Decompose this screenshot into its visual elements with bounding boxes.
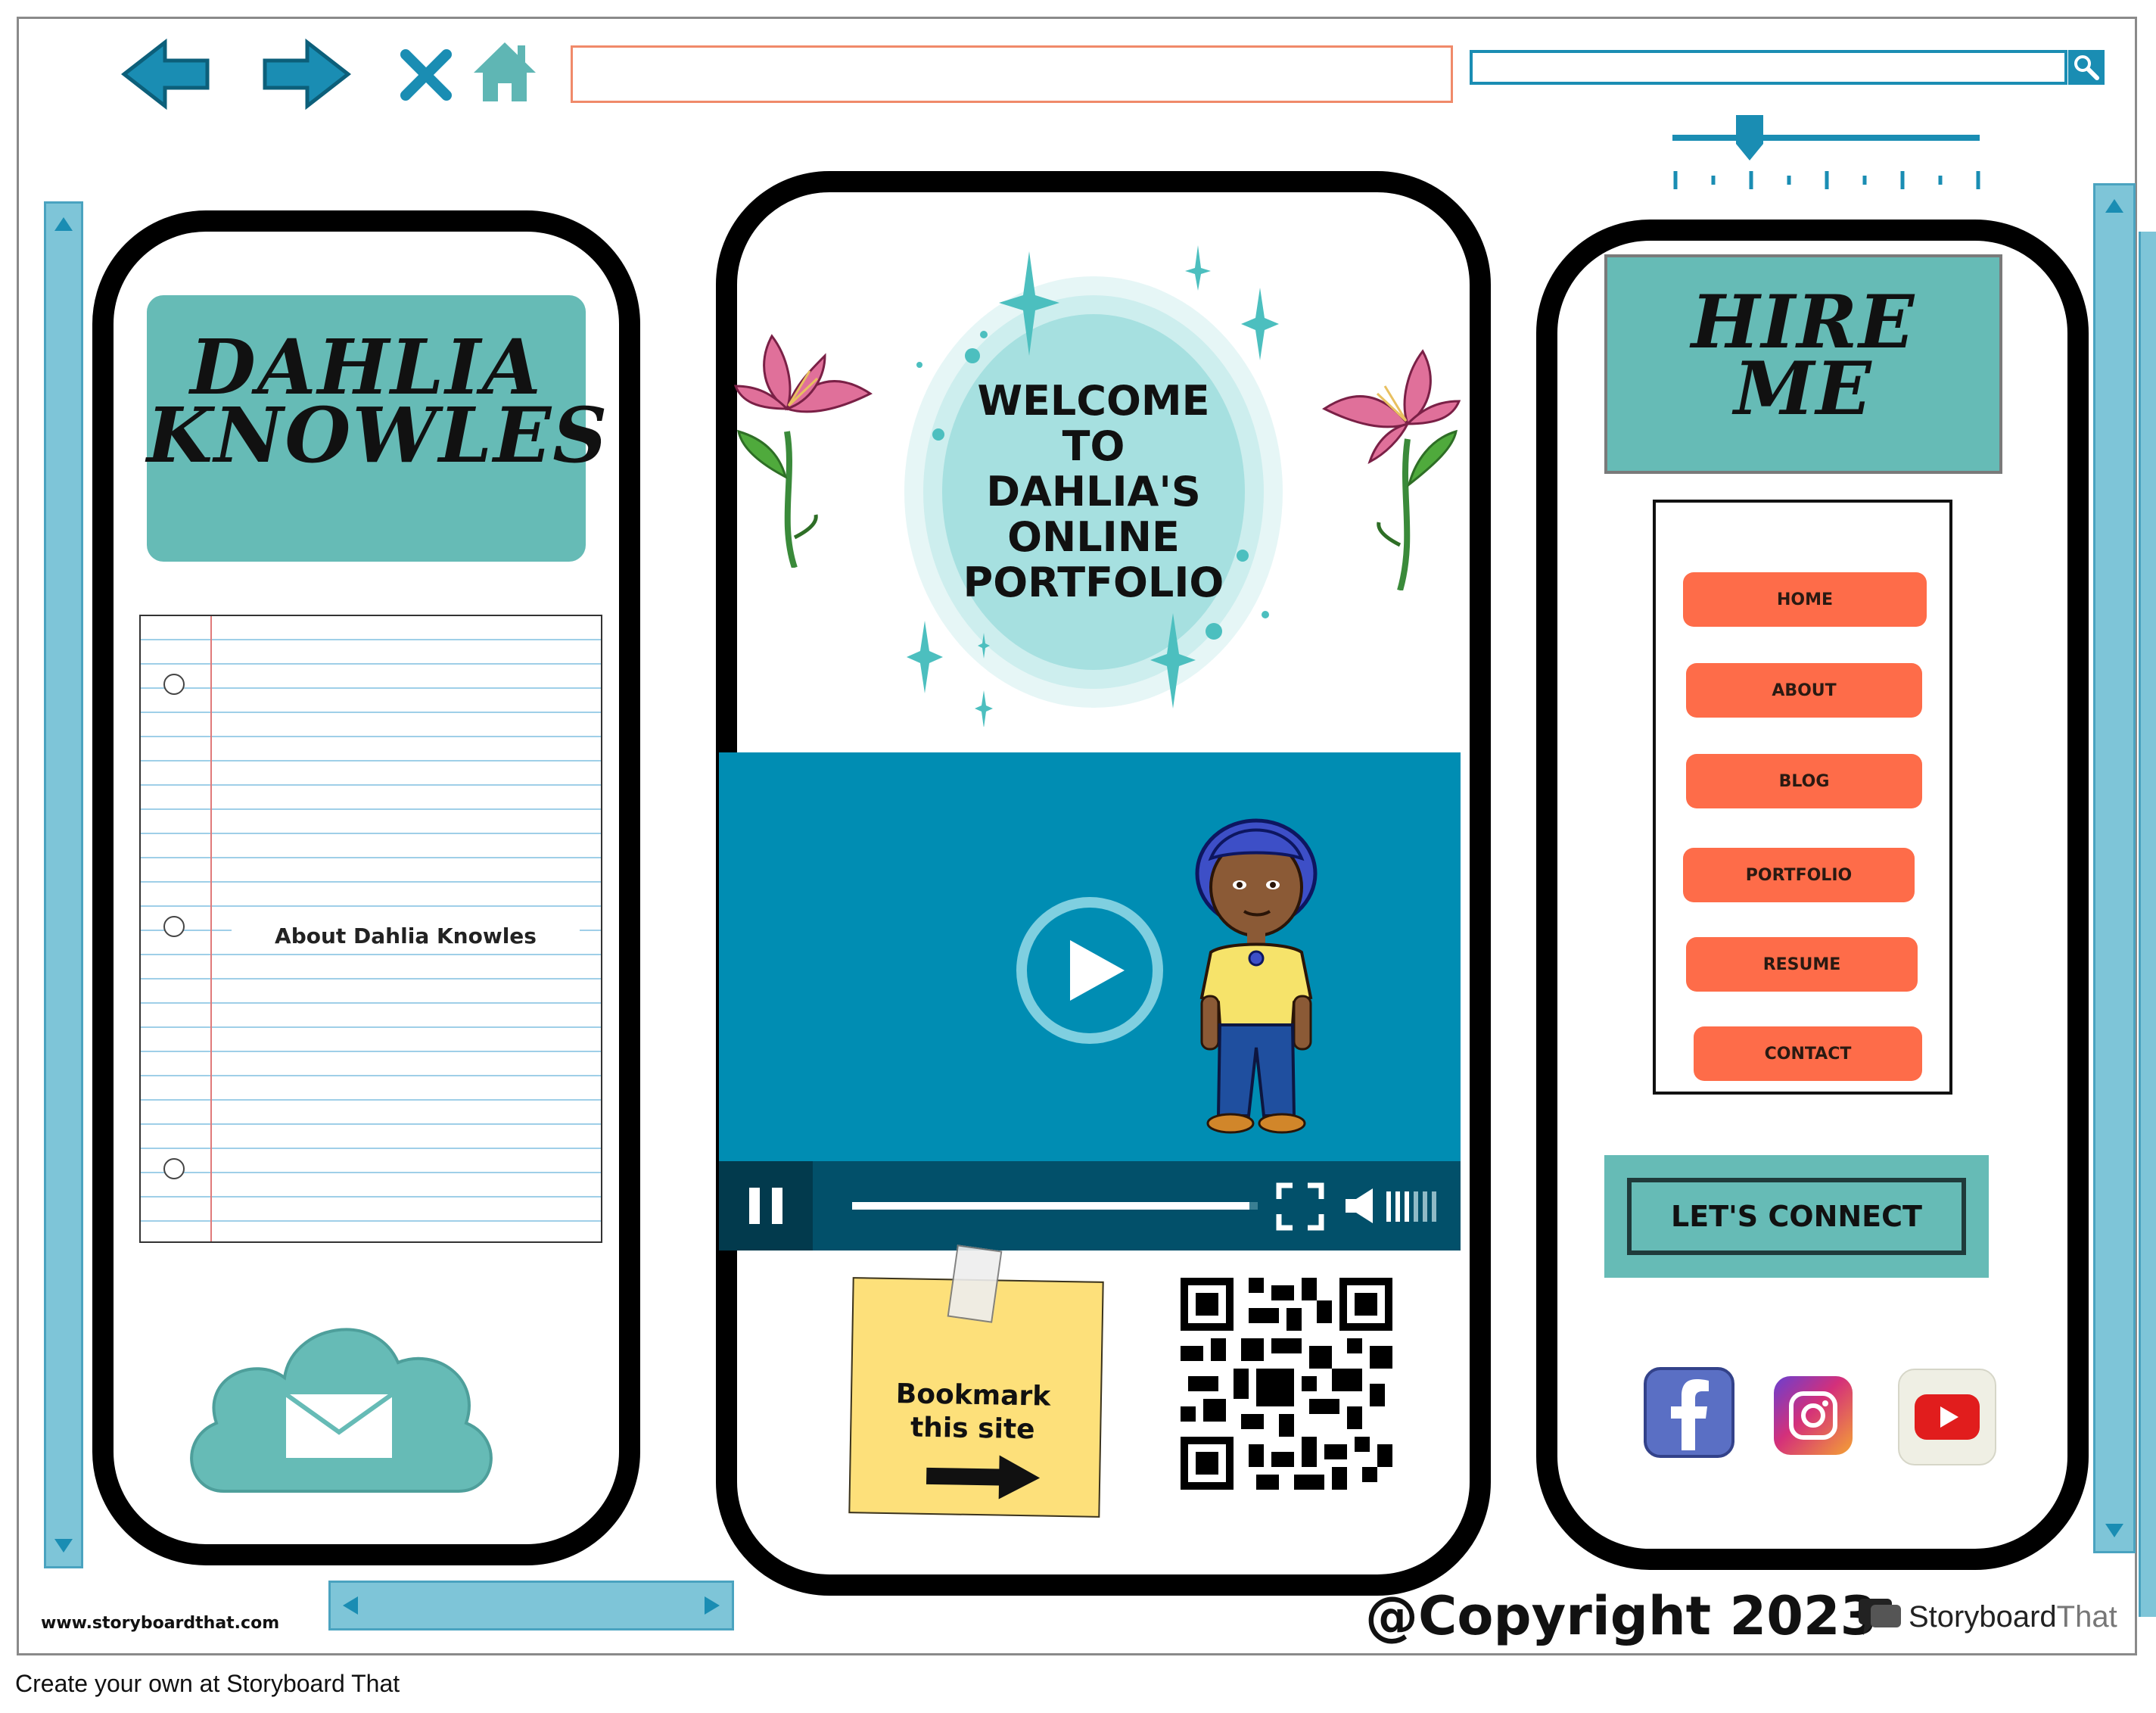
back-button[interactable] [121, 38, 212, 111]
nav-contact-button[interactable]: CONTACT [1694, 1026, 1922, 1081]
home-button[interactable] [472, 39, 537, 103]
flower-right-icon [1322, 349, 1461, 590]
lets-connect-panel: LET'S CONNECT [1604, 1155, 1989, 1278]
right-scrollbar-edge [2139, 232, 2156, 1617]
about-text[interactable]: About Dahlia Knowles [232, 923, 580, 948]
arrow-right-icon [926, 1455, 1041, 1500]
youtube-button[interactable] [1898, 1369, 1996, 1465]
speech-bubble-icon [1859, 1599, 1901, 1635]
name-banner: DAHLIA KNOWLES [147, 295, 609, 562]
forward-arrow-icon [263, 38, 351, 111]
cloud-mail-icon [190, 1328, 493, 1493]
qr-code-image[interactable] [1181, 1278, 1392, 1490]
website-url: www.storyboardthat.com [41, 1614, 280, 1633]
sticky-note-text: Bookmark this site [895, 1378, 1051, 1446]
storyboardthat-logo[interactable]: Storyboard That [1857, 1596, 2117, 1638]
copyright-text: @Copyright 2023 [1365, 1585, 1878, 1647]
play-button[interactable] [1014, 895, 1165, 1046]
stop-button[interactable] [400, 48, 453, 101]
close-icon [400, 49, 452, 101]
brand-that: That [2056, 1599, 2117, 1634]
about-notepad: About Dahlia Knowles [139, 615, 602, 1243]
volume-icon[interactable] [1344, 1187, 1377, 1225]
facebook-icon [1671, 1379, 1709, 1450]
notepad-hole [163, 916, 185, 937]
facebook-button[interactable] [1644, 1367, 1734, 1458]
scroll-up-icon[interactable] [2095, 192, 2133, 222]
notepad-margin-line [210, 616, 212, 1241]
horizontal-scrollbar[interactable] [328, 1581, 734, 1630]
name-line-2: KNOWLES [147, 391, 609, 480]
hire-line-2: ME [1734, 346, 1873, 431]
character-dahlia-image [1195, 818, 1318, 1134]
zoom-slider-handle[interactable] [1734, 114, 1765, 162]
scroll-up-icon[interactable] [46, 210, 81, 240]
video-progress-fill [852, 1202, 1250, 1210]
nav-resume-button[interactable]: RESUME [1686, 937, 1918, 992]
video-control-bar [719, 1161, 1461, 1250]
nav-portfolio-button[interactable]: PORTFOLIO [1683, 848, 1915, 902]
youtube-icon [1915, 1394, 1980, 1440]
search-button[interactable] [2068, 50, 2105, 85]
instagram-button[interactable] [1774, 1376, 1853, 1455]
pause-icon [749, 1188, 782, 1224]
notepad-hole [163, 1158, 185, 1179]
forward-button[interactable] [260, 38, 351, 111]
left-scrollbar[interactable] [44, 201, 83, 1568]
email-cloud-button[interactable] [179, 1310, 499, 1503]
home-icon [474, 42, 536, 101]
video-player[interactable] [719, 752, 1461, 1250]
search-input[interactable] [1470, 50, 2067, 85]
nav-home-button[interactable]: HOME [1683, 572, 1927, 627]
nav-blog-button[interactable]: BLOG [1686, 754, 1922, 808]
flower-left-icon [734, 334, 873, 568]
video-progress-track[interactable] [852, 1202, 1258, 1210]
brand-story: Storyboard [1909, 1599, 2057, 1634]
nav-menu: HOME ABOUT BLOG PORTFOLIO RESUME CONTACT [1653, 500, 1952, 1095]
back-arrow-icon [121, 38, 210, 111]
zoom-slider-track [1672, 135, 1980, 141]
fullscreen-icon[interactable] [1276, 1182, 1324, 1231]
notepad-hole [163, 674, 185, 695]
zoom-slider-ticks [1672, 171, 1980, 189]
search-icon [2074, 55, 2099, 80]
zoom-slider[interactable] [1672, 114, 1983, 197]
volume-level-icon[interactable] [1385, 1187, 1438, 1225]
lets-connect-button[interactable]: LET'S CONNECT [1627, 1178, 1966, 1255]
scroll-down-icon[interactable] [46, 1530, 81, 1560]
scroll-down-icon[interactable] [2095, 1515, 2133, 1545]
instagram-icon [1789, 1391, 1837, 1440]
pause-button[interactable] [719, 1161, 813, 1250]
sparkles-decoration [907, 245, 1279, 727]
create-caption: Create your own at Storyboard That [15, 1670, 400, 1697]
nav-about-button[interactable]: ABOUT [1686, 663, 1922, 718]
scroll-right-icon[interactable] [695, 1583, 729, 1628]
scroll-left-icon[interactable] [334, 1583, 367, 1628]
hire-me-banner: HIRE ME [1604, 254, 2002, 474]
right-scrollbar[interactable] [2093, 183, 2136, 1553]
play-icon [1016, 897, 1163, 1044]
address-bar[interactable] [571, 45, 1453, 103]
